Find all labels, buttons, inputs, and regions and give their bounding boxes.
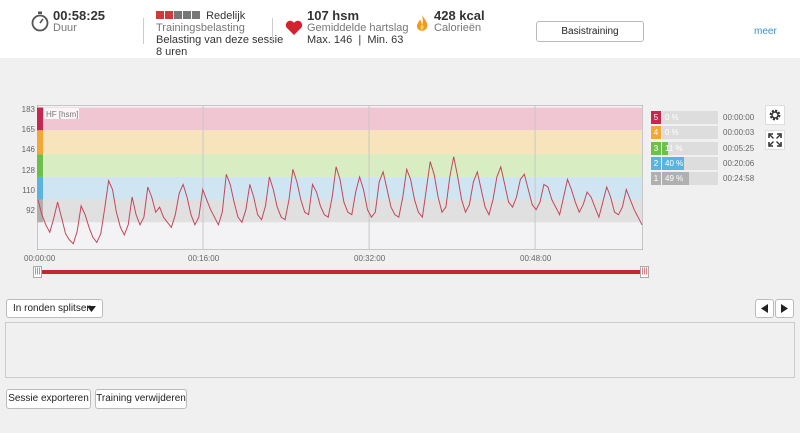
zone-time: 00:24:58	[723, 174, 755, 184]
stopwatch-icon	[31, 11, 49, 32]
load-squares	[156, 10, 204, 22]
load-line1: Belasting van deze sessie	[156, 34, 284, 46]
zone-percentage: 49 %	[665, 174, 684, 184]
y-axis-label: HF [hsm]	[46, 110, 78, 119]
hr-label: Gemiddelde hartslag	[307, 22, 409, 34]
range-slider-start-handle[interactable]: |||	[33, 266, 42, 278]
zone-strip	[37, 154, 43, 177]
training-type-button[interactable]: Basistraining	[536, 21, 644, 42]
heart-icon	[285, 20, 303, 35]
zone-percentage: 0 %	[665, 113, 679, 122]
expand-icon	[768, 133, 782, 147]
chevron-down-icon	[87, 306, 96, 312]
more-link[interactable]: meer	[754, 26, 777, 37]
zone-time: 00:00:00	[723, 113, 755, 122]
zone-strip	[37, 199, 43, 223]
duration-label: Duur	[53, 22, 77, 34]
zone-time: 00:20:06	[723, 158, 755, 168]
zone-number: 5	[651, 111, 661, 124]
arrow-left-icon	[761, 304, 768, 313]
laps-panel	[5, 322, 795, 378]
zone-bar: 0 %	[662, 126, 718, 140]
zone-strip	[37, 176, 43, 200]
heart-rate-chart: HF [hsm]	[37, 105, 643, 250]
divider	[143, 18, 144, 44]
zone-percentage: 11 %	[665, 143, 683, 153]
y-tick-label: 183	[21, 105, 35, 114]
summary-bar: 00:58:25 Duur Redelijk Trainingsbelastin…	[0, 0, 800, 58]
cal-label: Calorieën	[434, 22, 482, 34]
zone-percentage: 40 %	[665, 158, 684, 168]
zone-row-5: 5 0 % 00:00:00	[651, 111, 756, 124]
y-tick-label: 165	[21, 125, 35, 134]
zone-number: 4	[651, 126, 661, 140]
zone-band	[38, 154, 642, 177]
next-button[interactable]	[775, 299, 794, 318]
zone-bar: 40 %	[662, 156, 718, 170]
zone-row-2: 2 40 % 00:20:06	[651, 156, 756, 170]
y-tick-label: 146	[21, 145, 35, 154]
x-tick-label: 00:00:00	[24, 254, 56, 263]
zone-row-3: 3 11 % 00:05:25	[651, 141, 756, 155]
load-label: Redelijk	[206, 10, 246, 22]
zone-bar: 11 %	[662, 141, 718, 155]
zone-band	[38, 130, 642, 155]
gear-icon	[769, 109, 781, 121]
settings-button[interactable]	[765, 105, 785, 125]
hr-value: 107 hsm	[307, 8, 360, 23]
laps-dropdown-label: In ronden splitsen	[13, 303, 92, 314]
zone-number: 3	[651, 141, 661, 155]
x-tick-label: 00:48:00	[520, 254, 552, 263]
zone-time: 00:00:03	[723, 128, 755, 138]
laps-dropdown[interactable]: In ronden splitsen	[6, 299, 103, 318]
zone-bar: 0 %	[662, 111, 718, 124]
flame-icon	[416, 15, 428, 31]
range-slider-end-handle[interactable]: |||	[640, 266, 649, 278]
load-line2: 8 uren	[156, 46, 188, 58]
duration-value: 00:58:25	[53, 8, 106, 23]
zone-bar: 49 %	[662, 172, 718, 186]
previous-button[interactable]	[755, 299, 774, 318]
cal-value: 428 kcal	[434, 8, 485, 23]
arrow-right-icon	[781, 304, 788, 313]
export-session-button[interactable]: Sessie exporteren	[6, 389, 91, 409]
y-tick-label: 110	[22, 186, 35, 195]
zone-number: 1	[651, 172, 661, 186]
delete-training-button[interactable]: Training verwijderen	[95, 389, 187, 409]
y-tick-label: 92	[26, 206, 35, 215]
divider	[272, 18, 273, 44]
zone-strip	[37, 107, 43, 131]
y-tick-label: 128	[21, 166, 35, 175]
zone-time: 00:05:25	[723, 143, 755, 153]
hr-range: Max. 146 | Min. 63	[307, 34, 404, 46]
zone-percentage: 0 %	[665, 128, 679, 138]
zone-band	[38, 107, 642, 131]
range-slider-track[interactable]	[37, 270, 645, 274]
zone-row-4: 4 0 % 00:00:03	[651, 126, 756, 140]
fullscreen-button[interactable]	[765, 130, 785, 150]
load-title: Trainingsbelasting	[156, 22, 245, 34]
zone-strip	[37, 130, 43, 155]
x-tick-label: 00:16:00	[188, 254, 220, 263]
zone-row-1: 1 49 % 00:24:58	[651, 172, 756, 186]
zone-number: 2	[651, 156, 661, 170]
load-stat: Redelijk Trainingsbelasting Belasting va…	[156, 10, 283, 58]
x-tick-label: 00:32:00	[354, 254, 386, 263]
